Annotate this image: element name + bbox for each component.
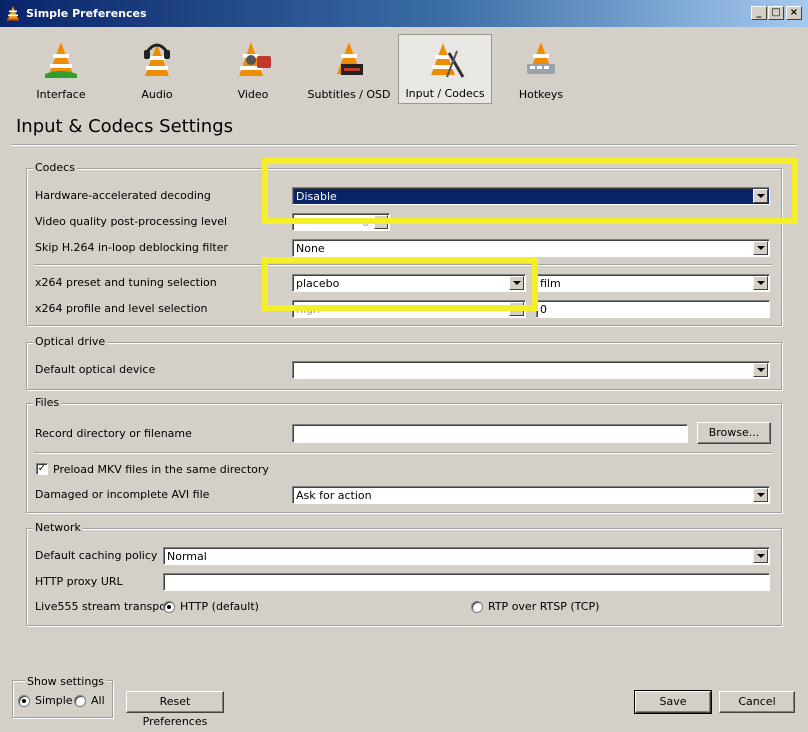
skip-deblock-select[interactable]: None [292, 239, 770, 257]
tab-video[interactable]: Video [206, 34, 300, 104]
simple-radio-label[interactable]: Simple [35, 694, 73, 707]
x264-level-value: 0 [540, 303, 547, 316]
audio-icon [144, 43, 170, 76]
tab-hotkeys-label: Hotkeys [518, 88, 564, 101]
hw-decoding-label: Hardware-accelerated decoding [35, 189, 211, 202]
chevron-down-icon[interactable] [753, 241, 768, 255]
http-radio-label[interactable]: HTTP (default) [180, 600, 259, 613]
live555-label: Live555 stream transport [35, 600, 175, 613]
hotkeys-icon [527, 42, 555, 74]
page-title: Input & Codecs Settings [16, 116, 233, 137]
tab-subtitles-osd[interactable]: Subtitles / OSD [302, 34, 396, 104]
chevron-down-icon[interactable] [753, 549, 768, 563]
heading-divider [11, 144, 797, 146]
vlc-cone-icon [7, 6, 19, 21]
simple-radio[interactable] [18, 695, 30, 707]
x264-profile-label: x264 profile and level selection [35, 302, 208, 315]
tab-input-codecs-label: Input / Codecs [405, 87, 485, 100]
show-settings-title: Show settings [25, 675, 107, 688]
tab-input-codecs[interactable]: Input / Codecs [398, 34, 492, 104]
tab-subtitles-label: Subtitles / OSD [307, 88, 391, 101]
preload-mkv-checkbox[interactable]: ✓ [36, 463, 48, 475]
x264-preset-highlight [262, 257, 538, 311]
all-radio[interactable] [74, 695, 86, 707]
postproc-label: Video quality post-processing level [35, 215, 228, 228]
skip-deblock-label: Skip H.264 in-loop deblocking filter [35, 241, 228, 254]
tab-video-label: Video [237, 88, 269, 101]
subtitles-icon [337, 42, 363, 75]
tab-audio[interactable]: Audio [110, 34, 204, 104]
tab-interface[interactable]: Interface [14, 34, 108, 104]
preload-mkv-label[interactable]: Preload MKV files in the same directory [53, 463, 269, 476]
video-icon [239, 42, 271, 76]
window-title: Simple Preferences [26, 7, 147, 20]
avi-value: Ask for action [296, 489, 372, 502]
close-button[interactable]: × [786, 6, 802, 20]
x264-tune-value: film [540, 277, 561, 290]
interface-icon [45, 42, 77, 78]
maximize-button[interactable]: □ [768, 6, 784, 20]
input-codecs-icon [431, 43, 465, 78]
x264-tune-select[interactable]: film [536, 274, 770, 292]
rtp-radio[interactable] [471, 601, 483, 613]
network-group-title: Network [33, 521, 83, 534]
proxy-label: HTTP proxy URL [35, 575, 123, 588]
tab-audio-label: Audio [141, 88, 173, 101]
caching-value: Normal [167, 550, 207, 563]
optical-device-label: Default optical device [35, 363, 156, 376]
caching-label: Default caching policy [35, 549, 158, 562]
title-bar: Simple Preferences _ □ × [0, 0, 808, 27]
x264-level-field[interactable]: 0 [536, 300, 770, 318]
save-button[interactable]: Save [634, 690, 712, 714]
browse-button[interactable]: Browse... [697, 422, 771, 444]
x264-preset-label: x264 preset and tuning selection [35, 276, 217, 289]
avi-label: Damaged or incomplete AVI file [35, 488, 210, 501]
record-path-field[interactable] [292, 424, 688, 443]
chevron-down-icon[interactable] [753, 363, 768, 377]
tab-interface-label: Interface [36, 88, 86, 101]
skip-deblock-value: None [296, 242, 325, 255]
codecs-group-title: Codecs [33, 161, 77, 174]
reset-preferences-button[interactable]: Reset Preferences [126, 691, 224, 728]
all-radio-label[interactable]: All [91, 694, 105, 707]
rtp-radio-label[interactable]: RTP over RTSP (TCP) [488, 600, 599, 613]
caching-select[interactable]: Normal [163, 547, 770, 565]
optical-group-title: Optical drive [33, 335, 108, 348]
files-divider [34, 452, 772, 454]
files-group-title: Files [33, 396, 62, 409]
chevron-down-icon[interactable] [753, 276, 768, 290]
hw-decoding-highlight [262, 158, 798, 224]
avi-select[interactable]: Ask for action [292, 486, 770, 504]
chevron-down-icon[interactable] [753, 488, 768, 502]
proxy-field[interactable] [163, 573, 770, 591]
cancel-button[interactable]: Cancel [719, 691, 795, 713]
minimize-button[interactable]: _ [751, 6, 767, 20]
record-label: Record directory or filename [35, 427, 192, 440]
optical-device-select[interactable] [292, 361, 770, 379]
tab-hotkeys[interactable]: Hotkeys [494, 34, 588, 104]
http-radio[interactable] [163, 601, 175, 613]
